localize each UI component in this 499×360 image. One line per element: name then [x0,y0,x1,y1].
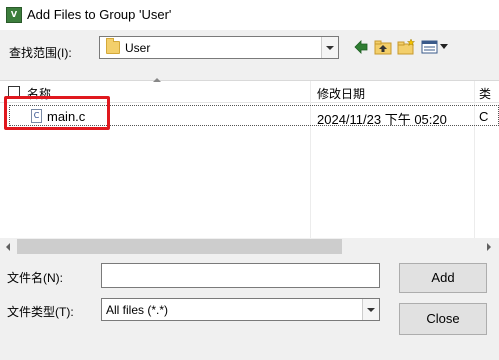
filetype-dropdown-button[interactable] [362,299,379,320]
column-header-type[interactable]: 类 [479,85,491,102]
filetype-dropdown[interactable]: All files (*.*) [101,298,380,321]
window-title: Add Files to Group 'User' [27,7,172,22]
uv-app-icon: V [6,7,22,23]
horizontal-scrollbar[interactable] [0,238,499,255]
filename-label: 文件名(N): [7,271,63,285]
scrollbar-thumb[interactable] [17,239,342,254]
view-menu-icon[interactable] [421,38,449,56]
new-folder-icon[interactable] [397,38,415,56]
chevron-down-icon [367,307,375,312]
filetype-label: 文件类型(T): [7,305,74,319]
close-button[interactable]: Close [399,303,487,335]
lookin-dropdown-button[interactable] [321,37,338,58]
annotation-highlight-box [4,96,110,130]
folder-icon [106,38,120,54]
up-folder-icon[interactable] [374,38,392,56]
title-bar: V Add Files to Group 'User' [0,0,499,30]
scroll-right-icon[interactable] [487,243,491,251]
lookin-dropdown[interactable]: User [99,36,339,59]
back-icon[interactable] [353,38,369,56]
lookin-value: User [125,41,151,55]
chevron-down-icon [326,45,334,50]
column-header-date[interactable]: 修改日期 [317,85,365,102]
lookin-label: 查找范围(I): [9,46,72,60]
file-type: C [479,109,489,124]
file-date: 2024/11/23 下午 05:20 [317,112,447,127]
add-button[interactable]: Add [399,263,487,293]
filetype-value: All files (*.*) [106,303,169,317]
sort-ascending-icon [153,78,161,82]
filename-input[interactable] [101,263,380,288]
scroll-left-icon[interactable] [6,243,10,251]
